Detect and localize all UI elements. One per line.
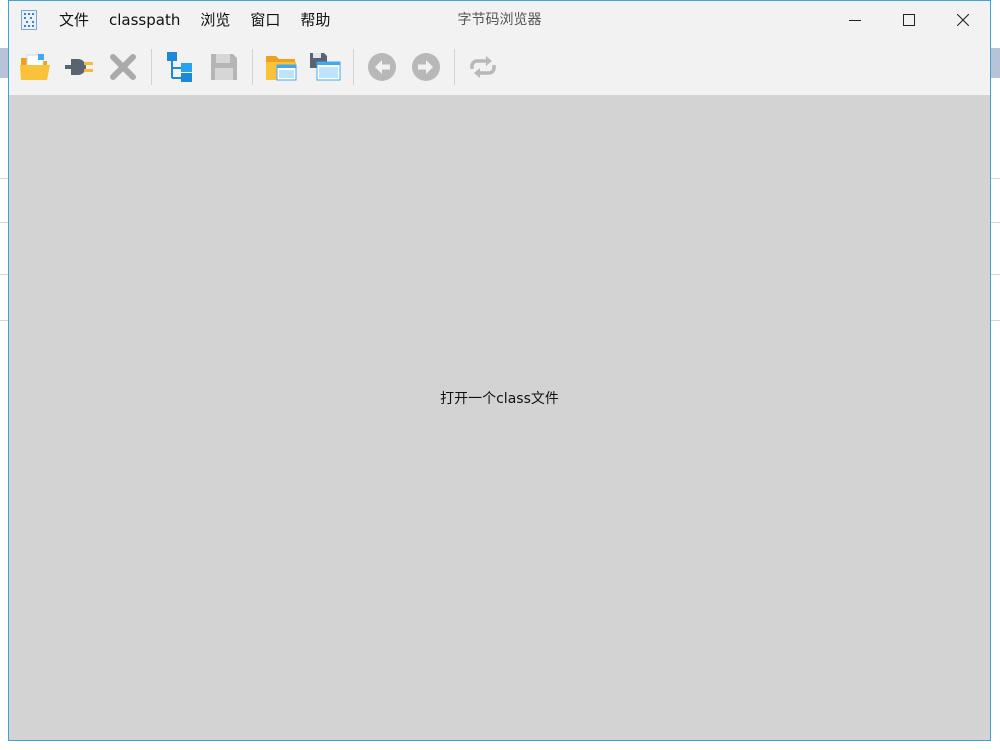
refresh-icon — [470, 56, 496, 78]
background-divider — [991, 274, 1000, 275]
tree-hierarchy-icon — [167, 52, 192, 82]
toolbar-separator — [353, 49, 354, 85]
toolbar-separator — [454, 49, 455, 85]
background-divider — [991, 178, 1000, 179]
background-divider — [991, 222, 1000, 223]
maximize-icon — [903, 14, 915, 26]
menu-classpath[interactable]: classpath — [99, 1, 190, 39]
refresh-button[interactable] — [463, 47, 503, 87]
bytecode-viewer-window: 文件 classpath 浏览 窗口 帮助 字节码浏览器 打开一个class文件 — [8, 0, 991, 741]
plug-icon — [65, 59, 93, 75]
forward-arrow-icon — [412, 53, 440, 81]
back-button[interactable] — [362, 47, 402, 87]
toolbar — [9, 39, 990, 95]
menu-bar: 文件 classpath 浏览 窗口 帮助 — [49, 1, 340, 39]
background-divider — [991, 320, 1000, 321]
open-class-file-prompt: 打开一个class文件 — [440, 391, 559, 407]
close-x-icon — [110, 54, 136, 80]
maximize-button[interactable] — [882, 1, 936, 39]
back-arrow-icon — [368, 53, 396, 81]
window-controls — [828, 1, 990, 39]
main-content-area[interactable]: 打开一个class文件 — [9, 95, 990, 740]
open-folder-window-button[interactable] — [261, 47, 301, 87]
minimize-button[interactable] — [828, 1, 882, 39]
save-button[interactable] — [204, 47, 244, 87]
tree-view-button[interactable] — [160, 47, 200, 87]
menu-window[interactable]: 窗口 — [240, 1, 290, 39]
minimize-icon — [849, 20, 861, 21]
save-disk-icon — [211, 54, 237, 80]
menu-browse[interactable]: 浏览 — [190, 1, 240, 39]
toolbar-separator — [252, 49, 253, 85]
app-icon[interactable] — [21, 10, 37, 30]
close-window-button[interactable] — [936, 1, 990, 39]
save-window-button[interactable] — [305, 47, 345, 87]
title-bar[interactable]: 文件 classpath 浏览 窗口 帮助 字节码浏览器 — [9, 1, 990, 39]
menu-file[interactable]: 文件 — [49, 1, 99, 39]
connect-button[interactable] — [59, 47, 99, 87]
background-window-right-edge — [991, 0, 1000, 750]
toolbar-separator — [151, 49, 152, 85]
close-file-button[interactable] — [103, 47, 143, 87]
open-file-button[interactable] — [15, 47, 55, 87]
open-folder-icon — [20, 54, 50, 80]
menu-help[interactable]: 帮助 — [290, 1, 340, 39]
save-window-icon — [310, 53, 341, 81]
folder-window-icon — [266, 56, 297, 81]
forward-button[interactable] — [406, 47, 446, 87]
background-band — [991, 48, 1000, 78]
close-icon — [957, 14, 969, 26]
